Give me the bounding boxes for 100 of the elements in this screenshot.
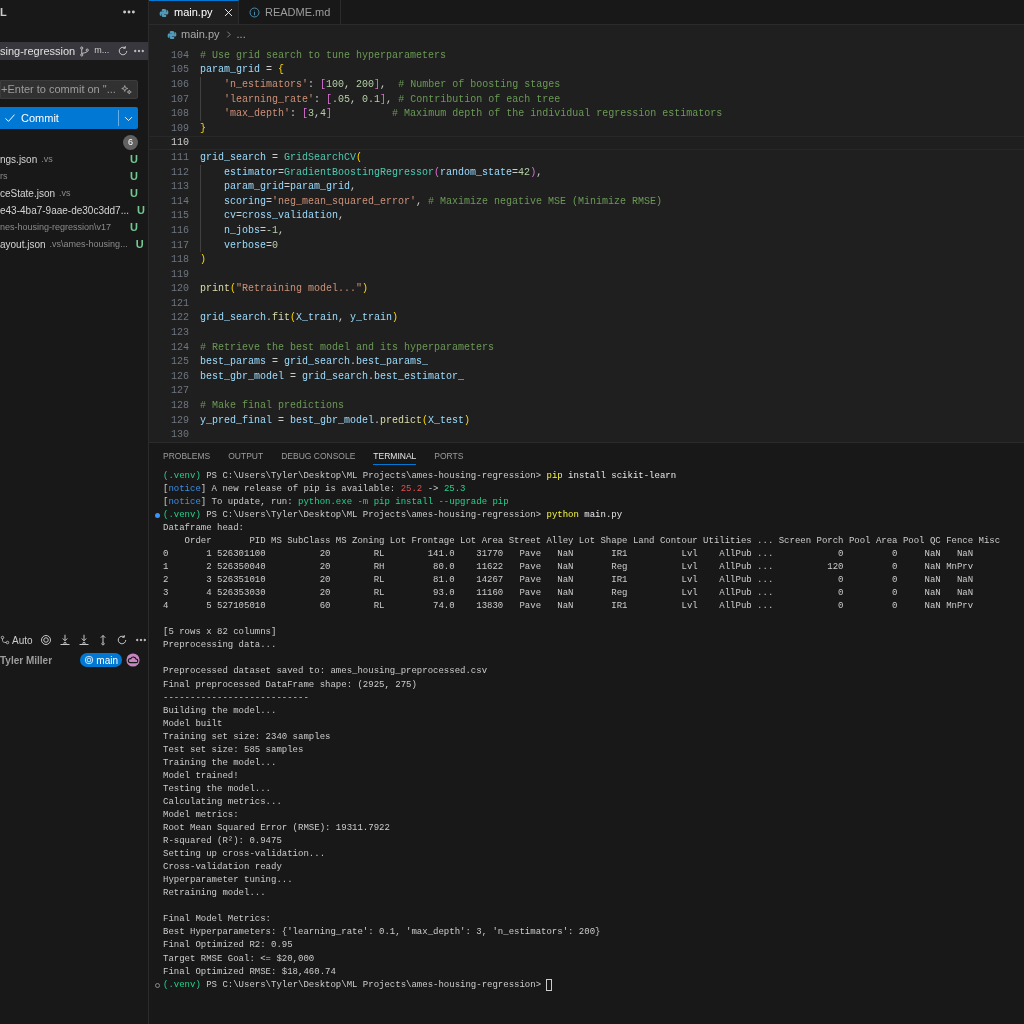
target-icon[interactable] bbox=[39, 634, 52, 646]
terminal-line: Testing the model... bbox=[163, 782, 272, 796]
terminal-line: Target RMSE Goal: <= $20,000 bbox=[163, 952, 315, 966]
code-line: # Make final predictions bbox=[200, 399, 345, 414]
breadcrumb-item[interactable]: main.py bbox=[181, 26, 220, 43]
panel-tab[interactable]: DEBUG CONSOLE bbox=[281, 448, 356, 465]
code-line: 'n_estimators': [100, 200], # Number of boosting stages bbox=[224, 78, 561, 92]
file-item[interactable]: e43-4ba7-9aae-de30c3dd7... U bbox=[0, 202, 148, 219]
line-number: 117 bbox=[170, 238, 189, 253]
code-line: ) bbox=[200, 253, 206, 268]
terminal-line: Training the model... bbox=[163, 756, 277, 770]
terminal-line: Preprocessing data... bbox=[163, 639, 277, 653]
file-path: .vs bbox=[59, 186, 71, 200]
info-icon[interactable] bbox=[249, 6, 260, 18]
code-line: 'max_depth': [3,4] # Maximum depth of the individual regression estimators bbox=[224, 107, 723, 122]
line-number: 128 bbox=[170, 399, 189, 414]
table-row: 2 3 526351010 20 RL 81.0 14267 Pave NaN IR1 Lvl AllPub ... 0 0 NaN NaN bbox=[163, 574, 974, 588]
file-name: e43-4ba7-9aae-de30c3dd7... bbox=[0, 204, 129, 218]
file-name: ceState.json bbox=[0, 187, 56, 201]
terminal-line: Training set size: 2340 samples bbox=[163, 730, 331, 744]
terminal-line: Retraining model... bbox=[163, 887, 266, 901]
file-status: U bbox=[130, 220, 138, 236]
terminal-line: Final Model Metrics: bbox=[163, 913, 272, 927]
code-line: estimator=GradientBoostingRegressor(random_state=42), bbox=[224, 165, 543, 180]
table-row: 1 2 526350040 20 RH 80.0 11622 Pave NaN Reg Lvl AllPub ... 120 0 NaN MnPrv bbox=[163, 561, 974, 575]
code-line: } bbox=[200, 121, 206, 136]
file-item[interactable]: ayout.json .vs\ames-housing... U bbox=[0, 236, 148, 253]
commit-graph-row[interactable]: Tyler Miller main bbox=[0, 651, 148, 669]
terminal-line: [notice] To update, run: python.exe -m pip install --upgrade pip bbox=[163, 495, 509, 509]
code-line: n_jobs=-1, bbox=[224, 223, 285, 238]
terminal-line: Final preprocessed DataFrame shape: (2925, 275) bbox=[163, 678, 417, 692]
file-path: .vs\ames-housing... bbox=[49, 237, 128, 251]
terminal-line: Root Mean Squared Error (RMSE): 19311.7922 bbox=[163, 822, 390, 836]
terminal-line: Setting up cross-validation... bbox=[163, 848, 326, 862]
file-item[interactable]: ceState.json .vs U bbox=[0, 185, 148, 202]
line-number: 125 bbox=[170, 355, 189, 370]
breadcrumb-item[interactable]: ... bbox=[236, 26, 246, 43]
line-number: 119 bbox=[170, 267, 189, 282]
close-icon[interactable] bbox=[222, 7, 234, 18]
line-number: 104 bbox=[170, 48, 189, 63]
terminal-prompt: (.venv) PS C:\Users\Tyler\Desktop\ML Projects\ames-housing-regression> pip install scikit-learn bbox=[163, 469, 677, 483]
terminal-prompt: (.venv) PS C:\Users\Tyler\Desktop\ML Projects\ames-housing-regression> bbox=[163, 978, 542, 992]
terminal-line: Hyperparameter tuning... bbox=[163, 874, 293, 888]
file-item[interactable]: ngs.json .vs U bbox=[0, 151, 148, 168]
line-number: 118 bbox=[170, 253, 189, 268]
cloud-icon[interactable] bbox=[126, 653, 140, 667]
repository-row[interactable]: sing-regression m... bbox=[0, 42, 148, 60]
python-file-icon[interactable] bbox=[167, 29, 177, 40]
pull-icon[interactable] bbox=[77, 634, 90, 646]
code-line: grid_search.fit(X_train, y_train) bbox=[200, 311, 399, 326]
line-number: 123 bbox=[170, 326, 189, 341]
sync-icon[interactable] bbox=[117, 45, 130, 57]
line-number: 116 bbox=[170, 223, 189, 238]
line-number: 126 bbox=[170, 369, 189, 384]
fetch-icon[interactable] bbox=[58, 634, 71, 646]
check-icon[interactable] bbox=[4, 112, 16, 124]
code-line: # Retrieve the best model and its hyperparameters bbox=[200, 340, 495, 355]
sparkle-icon[interactable] bbox=[121, 83, 133, 96]
count-badge: 6 bbox=[123, 135, 138, 150]
table-header: Order PID MS SubClass MS Zoning Lot Frontage Lot Area Street Alley Lot Shape Land Contour Utilities ... Screen Porch Pool Area Pool QC Fence Misc bbox=[183, 535, 1001, 548]
code-line: print("Retraining model...") bbox=[200, 282, 369, 297]
editor-tab[interactable]: main.py bbox=[149, 0, 239, 24]
panel-tab[interactable]: PROBLEMS bbox=[163, 448, 211, 465]
branch-name: m... bbox=[94, 44, 110, 58]
file-item[interactable]: rs U bbox=[0, 168, 148, 185]
terminal-line: Best Hyperparameters: {'learning_rate': 0.1, 'max_depth': 3, 'n_estimators': 200} bbox=[163, 926, 601, 940]
line-number: 130 bbox=[170, 428, 189, 443]
code-line: y_pred_final = best_gbr_model.predict(X_test) bbox=[200, 413, 471, 428]
code-line: 'learning_rate': [.05, 0.1], # Contribution of each tree bbox=[224, 92, 561, 107]
code-line: scoring='neg_mean_squared_error', # Maximize negative MSE (Minimize RMSE) bbox=[224, 194, 663, 209]
terminal-line: Model built bbox=[163, 717, 223, 731]
commit-message-field[interactable]: +Enter to commit on "... bbox=[0, 80, 138, 99]
file-status: U bbox=[137, 203, 145, 219]
terminal-line: --------------------------- bbox=[163, 691, 309, 705]
code-line: param_grid = { bbox=[200, 63, 285, 78]
terminal-line: Model trained! bbox=[163, 769, 239, 783]
file-path: rs bbox=[0, 169, 8, 183]
python-file-icon[interactable] bbox=[159, 7, 169, 18]
terminal-line: Model metrics: bbox=[163, 809, 239, 822]
panel-tab[interactable]: TERMINAL bbox=[373, 448, 417, 465]
auto-toggle[interactable]: Auto bbox=[0, 632, 33, 648]
table-row: 0 1 526301100 20 RL 141.0 31770 Pave NaN IR1 Lvl AllPub ... 0 0 NaN NaN bbox=[163, 548, 974, 562]
line-number: 124 bbox=[170, 340, 189, 355]
panel-tab[interactable]: PORTS bbox=[434, 448, 464, 465]
terminal-line: Building the model... bbox=[163, 704, 277, 718]
line-number: 110 bbox=[170, 136, 189, 151]
line-number: 114 bbox=[170, 194, 189, 209]
file-status: U bbox=[130, 186, 138, 202]
panel-tab[interactable]: OUTPUT bbox=[228, 448, 264, 465]
terminal-line: Final Optimized R2: 0.95 bbox=[163, 939, 293, 953]
branch-icon[interactable] bbox=[79, 45, 91, 57]
graph-icon[interactable] bbox=[0, 635, 10, 645]
panel-title: L bbox=[0, 4, 7, 20]
terminal-line: Preprocessed dataset saved to: ames_housing_preprocessed.csv bbox=[163, 665, 488, 679]
code-line: verbose=0 bbox=[224, 238, 279, 253]
file-item[interactable]: nes-housing-regression\v17 U bbox=[0, 219, 148, 236]
code-line: # Use grid search to tune hyperparameters bbox=[200, 48, 447, 63]
editor-tab[interactable]: README.md bbox=[239, 0, 341, 24]
refresh-icon[interactable] bbox=[115, 634, 128, 646]
terminal-line: Dataframe head: bbox=[163, 521, 244, 535]
